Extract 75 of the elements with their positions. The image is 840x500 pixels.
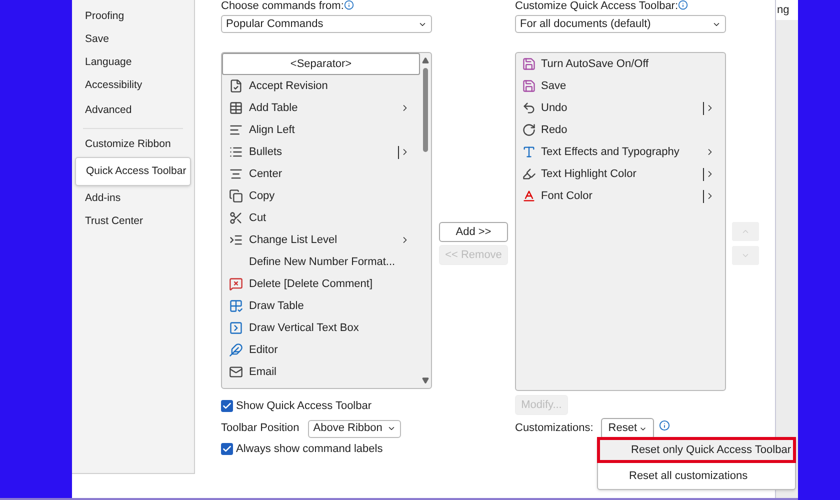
bullet-list-icon [229,145,243,159]
sidebar-item[interactable]: Advanced [75,97,191,124]
command-item[interactable]: Change List Level [222,229,420,251]
add-button[interactable]: Add >> [439,222,508,242]
commands-dropdown[interactable]: Popular Commands [221,15,432,33]
save-icon [522,57,536,71]
sidebar-item[interactable]: Proofing [75,5,191,28]
table-icon [229,101,243,115]
sidebar-item[interactable]: Save [75,28,191,51]
field-label: Customize Quick Access Toolbar: [515,0,678,13]
toolbar-item[interactable]: Font Color [516,185,725,207]
toolbar-item[interactable]: Text Effects and Typography [516,141,725,163]
scroll-up-icon[interactable] [422,57,429,64]
checkbox[interactable] [221,400,233,412]
toolbar-item[interactable]: Turn AutoSave On/Off [516,53,725,75]
info-icon [344,0,354,10]
sidebar-item[interactable]: Accessibility [75,74,191,97]
command-item[interactable]: Center [222,163,420,185]
toolbar-item[interactable]: Redo [516,119,725,141]
command-item[interactable]: Copy [222,185,420,207]
font-color-icon [522,189,536,203]
indent-icon [229,233,243,247]
document-check-icon [229,79,243,93]
command-item[interactable]: Bullets [222,141,420,163]
text-box-icon [229,321,243,335]
checkbox[interactable] [221,442,233,455]
align-center-icon [229,167,243,181]
pen-icon [229,343,243,357]
redo-icon [522,123,536,137]
position-dropdown[interactable]: Above Ribbon [308,420,402,438]
sidebar-item[interactable]: Language [75,51,191,74]
sidebar-item[interactable]: Add-ins [75,187,191,210]
align-left-icon [229,123,243,137]
toolbar-item[interactable]: Save [516,75,725,97]
checkbox-label: Show Quick Access Toolbar [236,399,372,414]
sidebar-item[interactable]: Customize Ribbon [75,133,191,156]
scissors-icon [229,211,243,225]
command-item[interactable]: Define New Number Format... [222,251,420,273]
chevron-up-icon [741,227,750,236]
scrollbar-thumb[interactable] [423,68,428,152]
checkbox-label: Always show command labels [236,442,383,456]
field-label: Customizations: [515,421,594,436]
menu-item[interactable]: Reset all customizations [598,463,795,489]
field-label: Choose commands from: [221,0,344,13]
mail-icon [229,365,243,379]
scope-dropdown[interactable]: For all documents (default) [515,15,726,33]
command-item[interactable]: Align Left [222,119,420,141]
info-icon [678,0,688,10]
chevron-down-icon [387,424,396,433]
field-label: Toolbar Position [221,421,300,436]
copy-icon [229,189,243,203]
sidebar-item[interactable]: Trust Center [75,210,191,233]
command-item[interactable]: Editor [222,339,420,361]
command-item[interactable]: Cut [222,207,420,229]
command-item[interactable]: Draw Vertical Text Box [222,317,420,339]
command-item[interactable]: Email [222,361,420,383]
highlighter-icon [522,167,536,181]
undo-icon [522,101,536,115]
chevron-down-icon [741,251,750,260]
sidebar-item[interactable]: Quick Access Toolbar [75,157,191,186]
scroll-down-icon[interactable] [422,377,429,384]
toolbar-item[interactable]: Undo [516,97,725,119]
command-item[interactable]: Add Table [222,97,420,119]
window-text: ng [776,2,790,18]
text-effects-icon [522,145,536,159]
save-icon [522,79,536,93]
info-icon [659,420,670,431]
toolbar-item[interactable]: Text Highlight Color [516,163,725,185]
command-item[interactable]: Draw Table [222,295,420,317]
comment-delete-icon [229,277,243,291]
menu-item[interactable]: Reset only Quick Access Toolbar [597,437,796,463]
reset-button[interactable]: Reset [601,418,654,439]
command-item[interactable]: Accept Revision [222,75,420,97]
command-item[interactable]: Delete [Delete Comment] [222,273,420,295]
command-item[interactable]: <Separator> [222,53,420,75]
